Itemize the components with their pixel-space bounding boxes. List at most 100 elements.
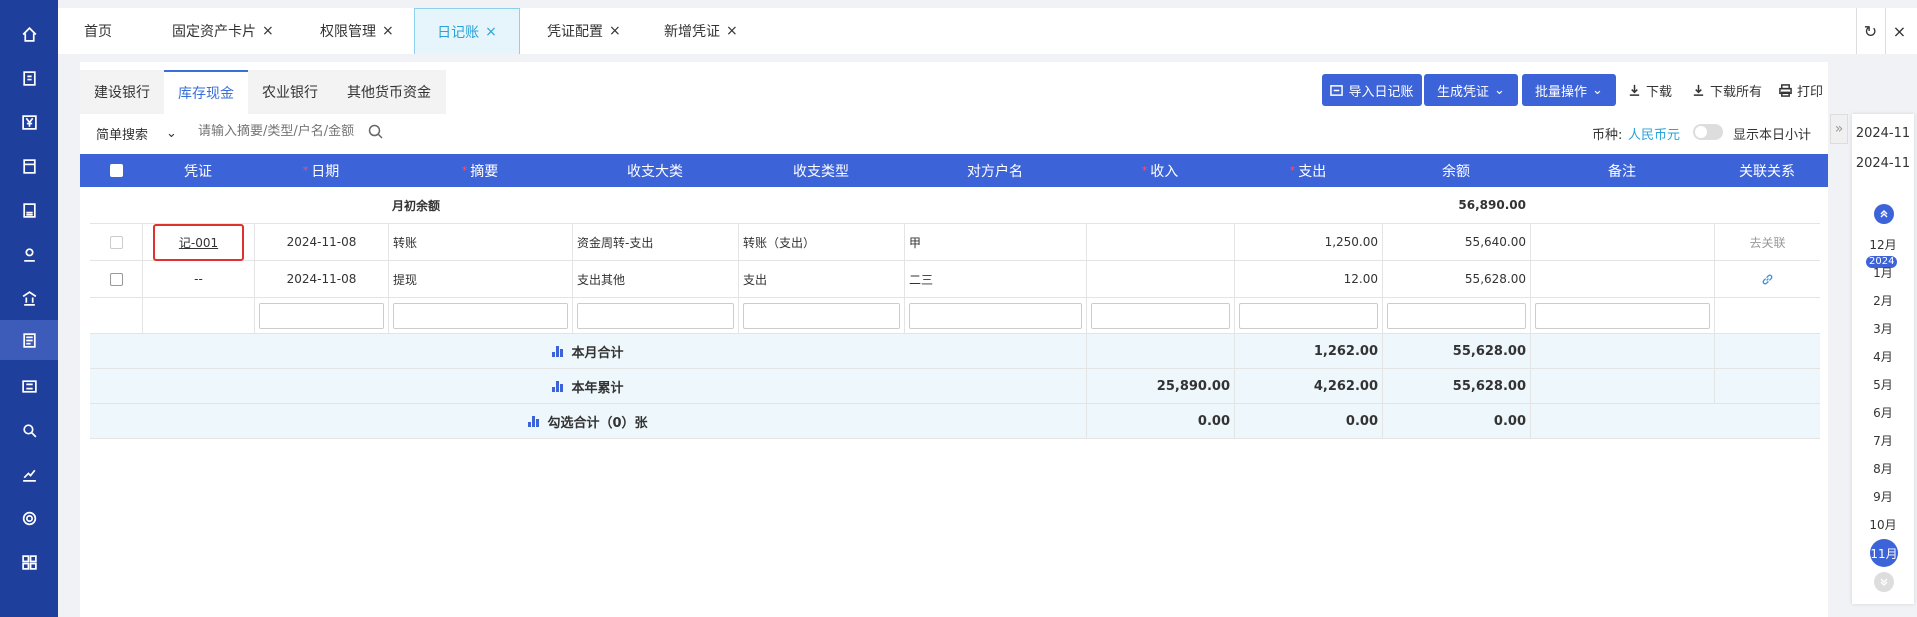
party-input-cell — [904, 298, 1086, 333]
total-income — [1086, 334, 1234, 368]
subtab-cash[interactable]: 库存现金 — [164, 70, 248, 114]
total-label: 本月合计 — [90, 334, 1086, 368]
month-item[interactable]: 7月 — [1852, 432, 1914, 449]
total-balance: 55,628.00 — [1382, 369, 1530, 403]
link-icon[interactable] — [1714, 261, 1820, 297]
month-item[interactable]: 6月 — [1852, 404, 1914, 421]
summary-input[interactable] — [393, 302, 568, 329]
note-cell — [1530, 224, 1714, 260]
col-summary: * 摘要 — [461, 163, 499, 180]
type-input-cell — [738, 298, 904, 333]
note-input[interactable] — [1535, 302, 1710, 329]
journal-icon[interactable] — [0, 320, 58, 360]
month-item[interactable]: 1月 — [1852, 264, 1914, 281]
income-input[interactable] — [1091, 302, 1230, 329]
month-navigator: 2024-11 2024-11 12月 2024 1月 2月 3月 4月 5月 … — [1852, 114, 1914, 604]
month-item[interactable]: 8月 — [1852, 460, 1914, 477]
bar-chart-icon — [552, 345, 564, 357]
month-item[interactable]: 4月 — [1852, 348, 1914, 365]
total-expense: 4,262.00 — [1234, 369, 1382, 403]
income-cell — [1086, 261, 1234, 297]
close-icon[interactable]: × — [485, 24, 497, 40]
document-edit-icon[interactable] — [0, 58, 58, 98]
select-all-checkbox[interactable] — [90, 154, 142, 187]
bank-icon[interactable] — [0, 278, 58, 318]
gear-icon[interactable] — [0, 498, 58, 538]
month-item-active[interactable]: 11月 — [1870, 539, 1898, 567]
search-input[interactable] — [198, 124, 388, 139]
exchange-icon[interactable] — [0, 366, 58, 406]
chart-line-icon[interactable] — [0, 454, 58, 494]
refresh-icon[interactable]: ↻ — [1856, 8, 1884, 54]
month-item[interactable]: 9月 — [1852, 488, 1914, 505]
tab-fixed-asset-card[interactable]: 固定资产卡片 × — [172, 8, 274, 54]
tab-label: 凭证配置 — [547, 24, 603, 40]
yuan-icon[interactable] — [0, 102, 58, 142]
expand-icon[interactable]: » — [1830, 114, 1848, 144]
generate-voucher-button[interactable]: 生成凭证 ⌄ — [1424, 74, 1518, 106]
month-item[interactable]: 10月 — [1852, 516, 1914, 533]
grid-icon[interactable] — [0, 542, 58, 582]
download-icon — [1629, 84, 1640, 96]
subtab-other-funds[interactable]: 其他货币资金 — [332, 70, 446, 114]
download-all-link[interactable]: 下载所有 — [1692, 74, 1762, 106]
journal-panel: 建设银行 库存现金 农业银行 其他货币资金 导入日记账 生成凭证 ⌄ 批量操作 … — [80, 62, 1828, 617]
month-item[interactable]: 3月 — [1852, 320, 1914, 337]
home-icon[interactable] — [0, 14, 58, 54]
cash-icon[interactable] — [0, 234, 58, 274]
download-link[interactable]: 下载 — [1628, 74, 1672, 106]
ledger-icon[interactable] — [0, 146, 58, 186]
expense-input-cell — [1234, 298, 1382, 333]
close-all-icon[interactable]: × — [1885, 8, 1913, 54]
month-item[interactable]: 2月 — [1852, 292, 1914, 309]
opening-balance: 56,890.00 — [1458, 198, 1526, 212]
row-checkbox[interactable] — [90, 224, 142, 260]
month-item[interactable]: 12月 — [1852, 236, 1914, 253]
chevron-up-icon[interactable] — [1874, 204, 1894, 224]
tab-journal[interactable]: 日记账 × — [414, 8, 520, 54]
balance-input[interactable] — [1387, 302, 1526, 329]
unlink-button[interactable]: 去关联 — [1714, 224, 1820, 260]
show-daily-toggle[interactable] — [1693, 124, 1723, 140]
subtab-abc[interactable]: 农业银行 — [248, 70, 332, 114]
search-icon[interactable] — [368, 124, 383, 139]
col-category: 收支大类 — [627, 163, 683, 180]
chevron-down-icon[interactable] — [1874, 572, 1894, 592]
category-input[interactable] — [577, 302, 734, 329]
month-item[interactable]: 5月 — [1852, 376, 1914, 393]
tab-voucher-config[interactable]: 凭证配置 × — [547, 8, 621, 54]
search-settings-icon[interactable] — [0, 410, 58, 450]
close-icon[interactable]: × — [609, 23, 621, 39]
total-income: 25,890.00 — [1086, 369, 1234, 403]
tab-permissions[interactable]: 权限管理 × — [320, 8, 394, 54]
currency-select[interactable]: 人民币元 — [1628, 124, 1680, 143]
close-icon[interactable]: × — [726, 23, 738, 39]
chevron-down-icon: ⌄ — [166, 126, 177, 141]
party-input[interactable] — [909, 302, 1082, 329]
opening-balance-row: 月初余额 56,890.00 — [90, 187, 1820, 224]
type-input[interactable] — [743, 302, 900, 329]
total-expense: 1,262.00 — [1234, 334, 1382, 368]
tab-home[interactable]: 首页 — [84, 8, 112, 54]
print-label: 打印 — [1797, 84, 1824, 100]
voucher-link[interactable]: 记-001 — [152, 223, 245, 261]
subtab-ccb[interactable]: 建设银行 — [80, 70, 164, 114]
expense-input[interactable] — [1239, 302, 1378, 329]
date-input[interactable] — [259, 302, 384, 329]
batch-label: 批量操作 — [1535, 84, 1588, 100]
batch-ops-button[interactable]: 批量操作 ⌄ — [1522, 74, 1616, 106]
date-range-start[interactable]: 2024-11 — [1852, 126, 1914, 141]
print-link[interactable]: 打印 — [1779, 74, 1823, 106]
col-date: * 日期 — [302, 163, 340, 180]
report-icon[interactable] — [0, 190, 58, 230]
generate-label: 生成凭证 — [1437, 84, 1490, 100]
close-icon[interactable]: × — [382, 23, 394, 39]
date-range-end[interactable]: 2024-11 — [1852, 156, 1914, 171]
empty-cell — [90, 298, 142, 333]
currency-label: 币种: — [1592, 128, 1623, 143]
row-checkbox[interactable] — [90, 261, 142, 297]
search-mode-select[interactable]: 简单搜索 ⌄ — [96, 124, 177, 143]
close-icon[interactable]: × — [262, 23, 274, 39]
import-journal-button[interactable]: 导入日记账 — [1322, 74, 1422, 106]
tab-new-voucher[interactable]: 新增凭证 × — [664, 8, 738, 54]
